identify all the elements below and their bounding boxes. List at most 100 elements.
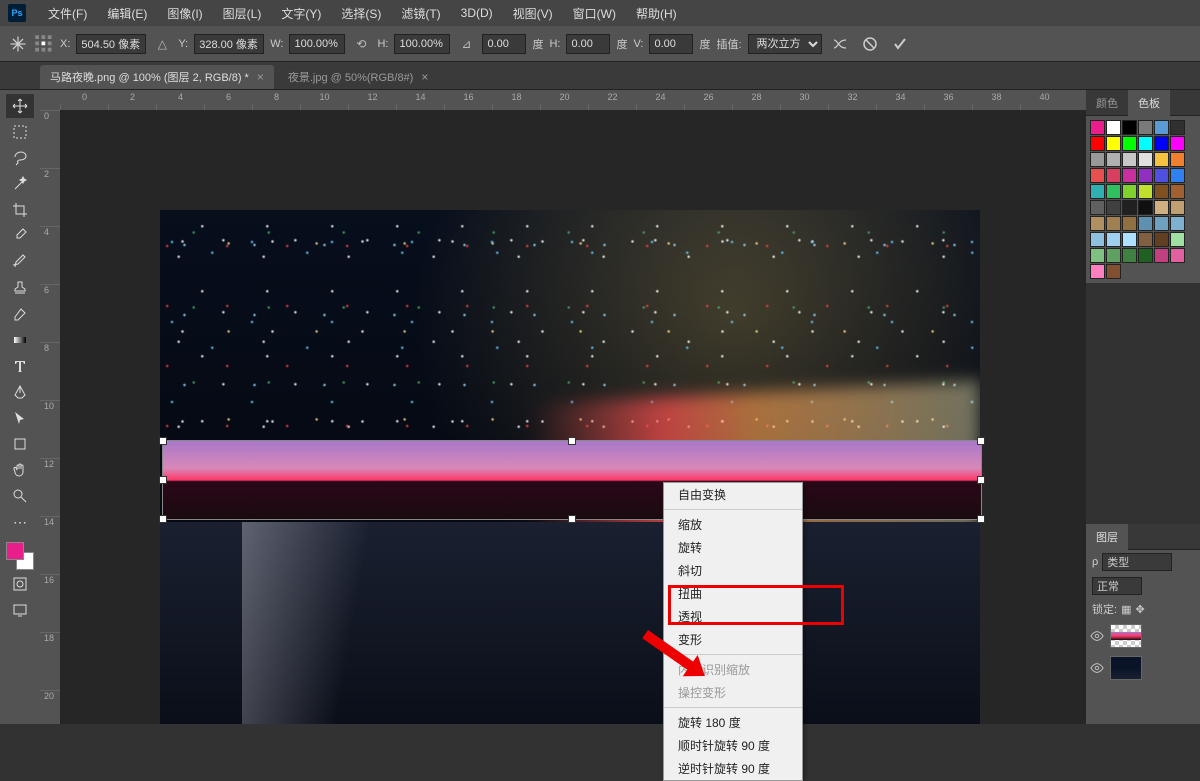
transform-handle[interactable] bbox=[159, 476, 167, 484]
swatch[interactable] bbox=[1122, 200, 1137, 215]
context-menu-item[interactable]: 变形 bbox=[664, 628, 802, 651]
swatch[interactable] bbox=[1090, 120, 1105, 135]
reference-point-icon[interactable] bbox=[34, 34, 54, 54]
marquee-tool[interactable] bbox=[6, 120, 34, 144]
swatch[interactable] bbox=[1138, 168, 1153, 183]
doc-tab-inactive[interactable]: 夜景.jpg @ 50%(RGB/8#) × bbox=[278, 65, 439, 89]
menu-filter[interactable]: 滤镜(T) bbox=[391, 0, 450, 26]
eyedropper-tool[interactable] bbox=[6, 224, 34, 248]
swatch[interactable] bbox=[1170, 184, 1185, 199]
swatch[interactable] bbox=[1170, 200, 1185, 215]
swatch[interactable] bbox=[1138, 184, 1153, 199]
swatch[interactable] bbox=[1154, 232, 1169, 247]
w-input[interactable] bbox=[289, 34, 345, 54]
swatch[interactable] bbox=[1106, 136, 1121, 151]
doc-tab-active[interactable]: 马路夜晚.png @ 100% (图层 2, RGB/8) * × bbox=[40, 65, 274, 89]
hand-tool[interactable] bbox=[6, 458, 34, 482]
context-menu-item[interactable]: 透视 bbox=[664, 605, 802, 628]
swatch[interactable] bbox=[1154, 168, 1169, 183]
swatch[interactable] bbox=[1090, 136, 1105, 151]
color-swatches[interactable] bbox=[6, 542, 34, 570]
swatch[interactable] bbox=[1106, 264, 1121, 279]
y-input[interactable] bbox=[194, 34, 264, 54]
menu-layer[interactable]: 图层(L) bbox=[213, 0, 272, 26]
swatch[interactable] bbox=[1090, 264, 1105, 279]
layer-thumbnail[interactable] bbox=[1110, 624, 1142, 648]
swatch[interactable] bbox=[1122, 248, 1137, 263]
context-menu-item[interactable]: 旋转 bbox=[664, 536, 802, 559]
menu-edit[interactable]: 编辑(E) bbox=[97, 0, 157, 26]
swatch[interactable] bbox=[1138, 152, 1153, 167]
blend-mode-select[interactable] bbox=[1092, 577, 1142, 595]
h-skew-input[interactable] bbox=[566, 34, 610, 54]
swatch[interactable] bbox=[1106, 168, 1121, 183]
brush-tool[interactable] bbox=[6, 250, 34, 274]
cancel-transform-icon[interactable] bbox=[858, 32, 882, 56]
crop-tool[interactable] bbox=[6, 198, 34, 222]
swatch[interactable] bbox=[1090, 216, 1105, 231]
v-skew-input[interactable] bbox=[649, 34, 693, 54]
swatch[interactable] bbox=[1154, 152, 1169, 167]
gradient-tool[interactable] bbox=[6, 328, 34, 352]
swatch[interactable] bbox=[1122, 216, 1137, 231]
transform-handle[interactable] bbox=[977, 437, 985, 445]
swatch[interactable] bbox=[1154, 184, 1169, 199]
path-select-tool[interactable] bbox=[6, 406, 34, 430]
swatch[interactable] bbox=[1138, 200, 1153, 215]
visibility-icon[interactable] bbox=[1090, 661, 1104, 675]
swatch[interactable] bbox=[1154, 120, 1169, 135]
swatch[interactable] bbox=[1106, 232, 1121, 247]
screenmode-icon[interactable] bbox=[6, 598, 34, 622]
layer-row[interactable] bbox=[1086, 620, 1200, 652]
swatch[interactable] bbox=[1122, 184, 1137, 199]
transform-handle[interactable] bbox=[568, 515, 576, 523]
transform-selection[interactable] bbox=[162, 440, 982, 520]
type-tool[interactable] bbox=[6, 354, 34, 378]
lasso-tool[interactable] bbox=[6, 146, 34, 170]
swatch[interactable] bbox=[1170, 232, 1185, 247]
swatch[interactable] bbox=[1122, 136, 1137, 151]
swatch[interactable] bbox=[1106, 248, 1121, 263]
layer-thumbnail[interactable] bbox=[1110, 656, 1142, 680]
close-icon[interactable]: × bbox=[257, 70, 264, 84]
context-menu-item[interactable]: 扭曲 bbox=[664, 582, 802, 605]
swatch[interactable] bbox=[1106, 184, 1121, 199]
pen-tool[interactable] bbox=[6, 380, 34, 404]
foreground-color[interactable] bbox=[6, 542, 24, 560]
transform-handle[interactable] bbox=[159, 437, 167, 445]
swatch[interactable] bbox=[1106, 152, 1121, 167]
menu-type[interactable]: 文字(Y) bbox=[271, 0, 331, 26]
swatch[interactable] bbox=[1090, 168, 1105, 183]
layer-row[interactable] bbox=[1086, 652, 1200, 684]
commit-transform-icon[interactable] bbox=[888, 32, 912, 56]
menu-image[interactable]: 图像(I) bbox=[157, 0, 212, 26]
context-menu-item[interactable]: 逆时针旋转 90 度 bbox=[664, 757, 802, 780]
swatch[interactable] bbox=[1170, 248, 1185, 263]
swatch[interactable] bbox=[1170, 152, 1185, 167]
swatch[interactable] bbox=[1090, 152, 1105, 167]
menu-view[interactable]: 视图(V) bbox=[503, 0, 563, 26]
angle-input[interactable] bbox=[482, 34, 526, 54]
context-menu-item[interactable]: 自由变换 bbox=[664, 483, 802, 506]
swatch[interactable] bbox=[1106, 216, 1121, 231]
swatch[interactable] bbox=[1154, 200, 1169, 215]
swatch[interactable] bbox=[1122, 152, 1137, 167]
stamp-tool[interactable] bbox=[6, 276, 34, 300]
swatch[interactable] bbox=[1122, 168, 1137, 183]
context-menu-item[interactable]: 斜切 bbox=[664, 559, 802, 582]
transform-handle[interactable] bbox=[977, 515, 985, 523]
wand-tool[interactable] bbox=[6, 172, 34, 196]
layer-kind-select[interactable] bbox=[1102, 553, 1172, 571]
swatch[interactable] bbox=[1154, 136, 1169, 151]
menu-select[interactable]: 选择(S) bbox=[331, 0, 391, 26]
visibility-icon[interactable] bbox=[1090, 629, 1104, 643]
quickmask-icon[interactable] bbox=[6, 572, 34, 596]
lock-pixels-icon[interactable]: ▦ bbox=[1121, 603, 1131, 616]
swatch[interactable] bbox=[1170, 216, 1185, 231]
close-icon[interactable]: × bbox=[421, 70, 428, 84]
zoom-tool[interactable] bbox=[6, 484, 34, 508]
swatch[interactable] bbox=[1170, 136, 1185, 151]
lock-position-icon[interactable]: ✥ bbox=[1135, 603, 1144, 616]
swatch[interactable] bbox=[1106, 200, 1121, 215]
swatch[interactable] bbox=[1138, 136, 1153, 151]
